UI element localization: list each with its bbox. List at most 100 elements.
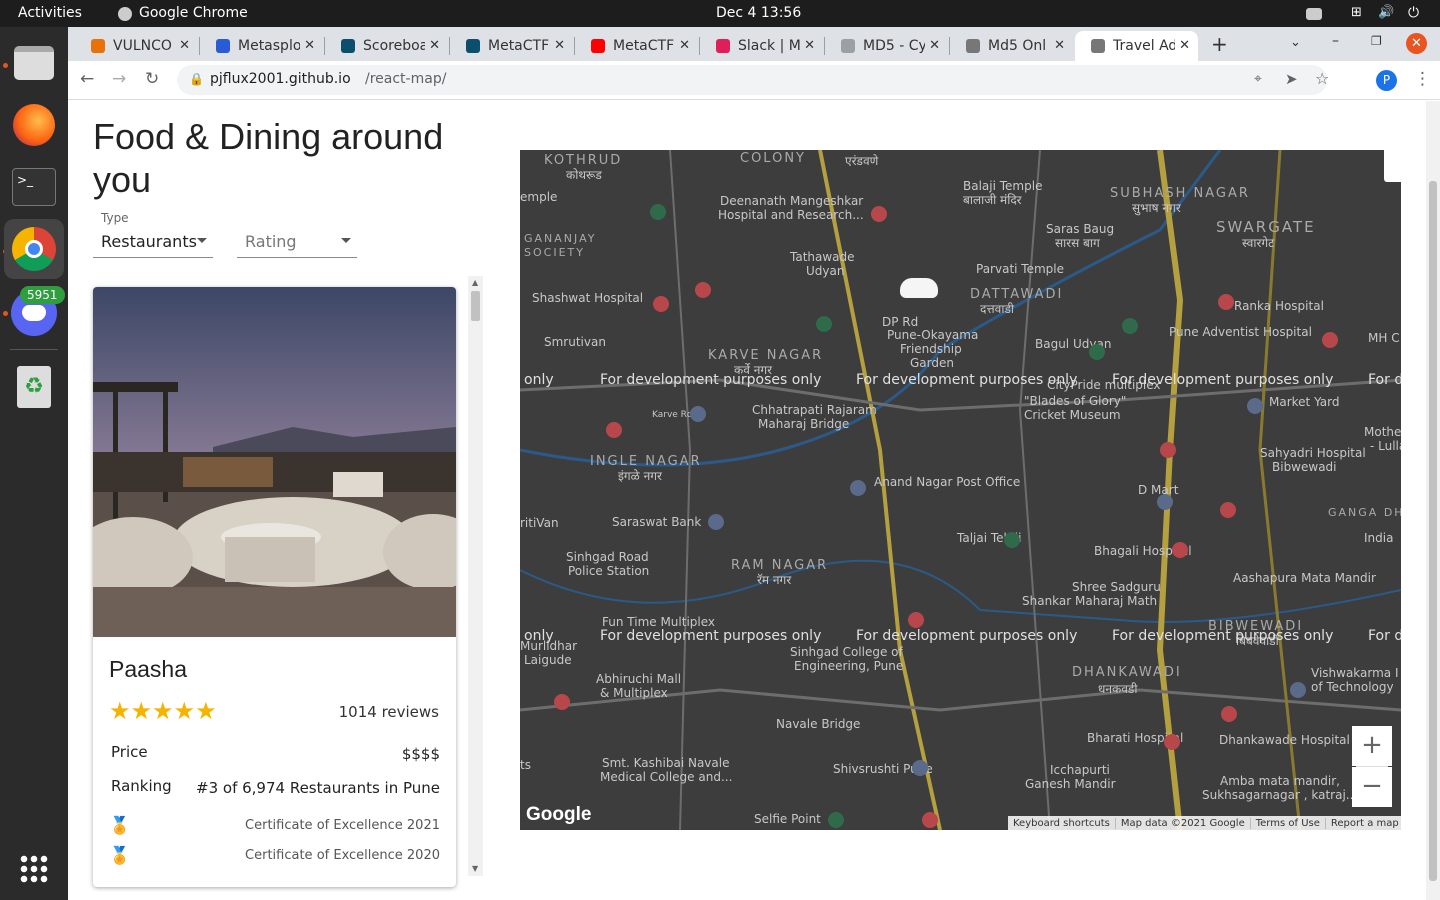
terms-link[interactable]: Terms of Use [1249,817,1325,829]
browser-tab[interactable]: Slack | M ✕ [700,31,823,61]
map-label: "Blades of Glory" [1024,394,1127,408]
map-label: Selfie Point [754,812,821,826]
clock[interactable]: Dec 4 13:56 [716,5,801,21]
page-scrollbar[interactable] [1426,101,1440,900]
bank-marker-icon[interactable] [708,514,724,530]
trash-app[interactable]: ♻ [10,363,58,411]
hospital-marker-icon[interactable] [606,422,622,438]
page-scrollbar-thumb[interactable] [1429,181,1437,881]
browser-tab[interactable]: Metasplo ✕ [200,31,323,61]
browser-tab[interactable]: Md5 Onl ✕ [950,31,1073,61]
tab-title: Md5 Onl [988,38,1047,54]
museum-marker-icon[interactable] [912,760,928,776]
tab-separator [699,37,700,55]
hospital-marker-icon[interactable] [871,206,887,222]
browser-tab[interactable]: MetaCTF ✕ [575,31,698,61]
park-marker-icon[interactable] [1122,318,1138,334]
park-marker-icon[interactable] [1004,532,1020,548]
list-scrollbar-thumb[interactable] [471,291,480,321]
shopping-marker-icon[interactable] [1157,494,1173,510]
place-card[interactable]: Paasha ★★★★★ 1014 reviews Price $$$$ Ran… [93,287,456,887]
files-app[interactable] [10,39,58,87]
zoom-in-button[interactable]: + [1352,726,1392,766]
show-apps-button[interactable] [10,845,58,893]
hospital-marker-icon[interactable] [908,612,924,628]
tab-close-icon[interactable]: ✕ [929,38,940,53]
list-scrollbar[interactable] [468,276,483,876]
browser-tab[interactable]: Scoreboa ✕ [325,31,448,61]
hospital-marker-icon[interactable] [695,282,711,298]
google-logo[interactable]: Google [526,804,591,826]
scroll-up-arrow-icon[interactable]: ▲ [472,278,478,287]
fullscreen-control[interactable] [1384,150,1401,182]
places-list[interactable]: Paasha ★★★★★ 1014 reviews Price $$$$ Ran… [68,276,483,887]
tab-close-icon[interactable]: ✕ [804,38,815,53]
activities-button[interactable]: Activities [18,5,82,21]
report-error-link[interactable]: Report a map error [1324,817,1401,829]
network-icon[interactable]: ⊞ [1351,5,1362,20]
tab-close-icon[interactable]: ✕ [179,38,190,53]
school-marker-icon[interactable] [690,406,706,422]
tab-close-icon[interactable]: ✕ [429,38,440,53]
hospital-marker-icon[interactable] [1160,442,1176,458]
hospital-marker-icon[interactable] [922,812,938,828]
profile-avatar[interactable]: P [1376,70,1397,91]
park-marker-icon[interactable] [816,316,832,332]
power-icon[interactable]: ⏻ [1408,5,1419,21]
tab-close-icon[interactable]: ✕ [304,38,315,53]
park-marker-icon[interactable] [650,204,666,220]
map-label: SUBHASH NAGAR [1110,186,1250,201]
restore-button[interactable]: ❐ [1371,34,1382,48]
chrome-app[interactable] [4,219,64,279]
bookmark-star-icon[interactable]: ☆ [1315,69,1329,88]
browser-tab[interactable]: MetaCTF ✕ [450,31,573,61]
menu-kebab-icon[interactable]: ⋮ [1414,69,1431,89]
minimize-button[interactable]: – [1332,33,1339,49]
tab-close-icon[interactable]: ✕ [554,38,565,53]
hospital-marker-icon[interactable] [1220,502,1236,518]
park-marker-icon[interactable] [1089,344,1105,360]
discord-tray-icon[interactable] [1306,8,1322,20]
browser-tab[interactable]: Travel Ad ✕ [1075,31,1198,61]
keyboard-shortcuts-link[interactable]: Keyboard shortcuts [1008,818,1115,829]
new-tab-button[interactable]: + [1211,32,1228,56]
dropdown-arrow-icon [197,238,207,243]
location-icon[interactable]: ⌖ [1254,71,1262,87]
terminal-app[interactable]: >_ [10,163,58,211]
map[interactable]: KOTHRUD कोथरूड COLONY एरंडवणे Balaji Tem… [520,150,1401,830]
app-menu[interactable]: Google Chrome [139,5,248,21]
forward-icon[interactable]: → [112,69,126,89]
rating-select[interactable]: Rating [237,211,357,258]
type-select[interactable]: Type Restaurants [93,211,213,258]
browser-tab[interactable]: VULNCO ✕ [75,31,198,61]
tab-close-icon[interactable]: ✕ [1054,38,1065,53]
address-bar[interactable]: 🔒 pjflux2001.github.io /react-map/ ⌖ ➤ ☆ [177,65,1329,95]
volume-icon[interactable]: 🔊 [1378,5,1394,20]
hospital-marker-icon[interactable] [1172,542,1188,558]
tab-close-icon[interactable]: ✕ [1179,38,1190,53]
page-title: Food & Dining around you [93,116,444,200]
dock-divider [10,349,58,350]
send-icon[interactable]: ➤ [1285,70,1298,88]
web-page: Food & Dining around you Type Restaurant… [68,101,1426,900]
hospital-marker-icon[interactable] [1221,706,1237,722]
scroll-down-arrow-icon[interactable]: ▼ [472,864,478,873]
hospital-marker-icon[interactable] [653,296,669,312]
hospital-marker-icon[interactable] [1322,332,1338,348]
back-icon[interactable]: ← [80,69,94,89]
hospital-marker-icon[interactable] [1164,734,1180,750]
close-window-button[interactable]: ✕ [1406,33,1427,54]
tab-close-icon[interactable]: ✕ [679,38,690,53]
firefox-app[interactable] [10,101,58,149]
zoom-out-button[interactable]: − [1352,767,1392,807]
browser-tab[interactable]: MD5 - Cy ✕ [825,31,948,61]
hospital-marker-icon[interactable] [554,694,570,710]
reload-icon[interactable]: ↻ [145,69,159,89]
hospital-marker-icon[interactable] [1218,294,1234,310]
tab-search-icon[interactable]: ⌄ [1290,35,1301,50]
shopping-marker-icon[interactable] [1247,398,1263,414]
park-marker-icon[interactable] [828,812,844,828]
post-office-marker-icon[interactable] [850,480,866,496]
school-marker-icon[interactable] [1290,682,1306,698]
tab-title: Metasplo [238,38,300,54]
